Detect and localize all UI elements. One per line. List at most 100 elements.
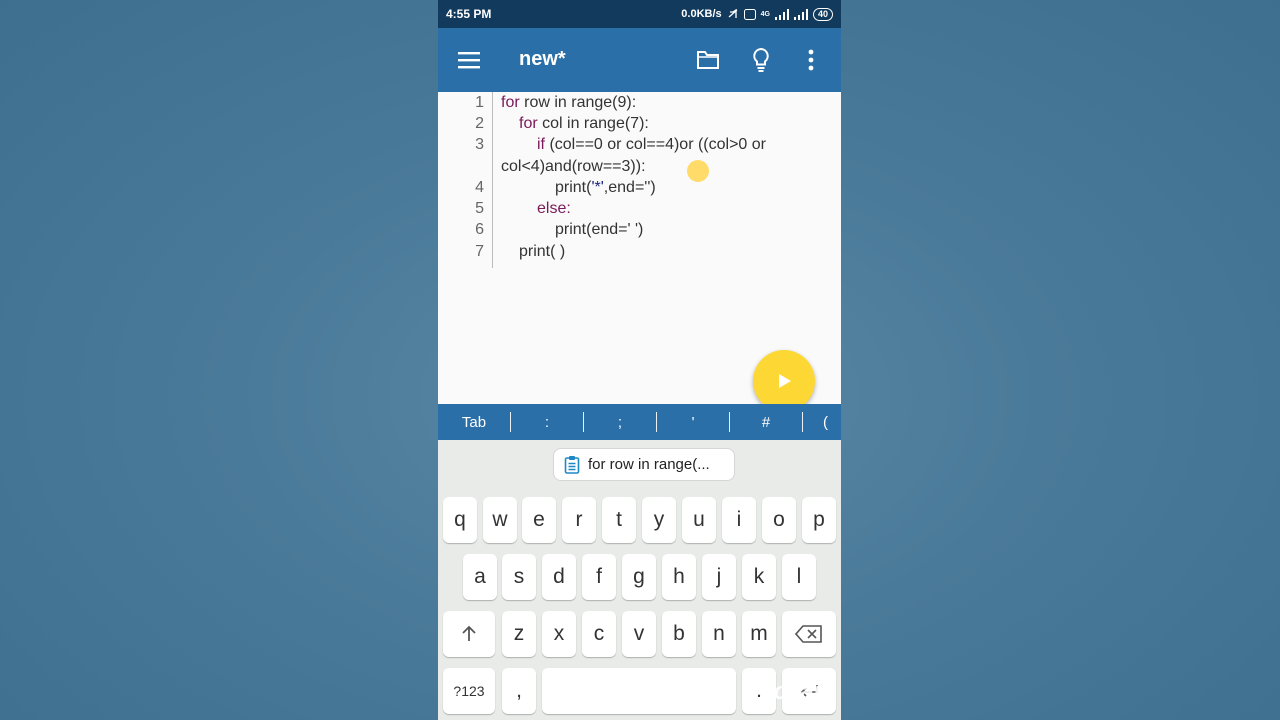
key-v[interactable]: v bbox=[622, 611, 656, 657]
signal-icon-2 bbox=[793, 8, 808, 20]
key-n[interactable]: n bbox=[702, 611, 736, 657]
key-c[interactable]: c bbox=[582, 611, 616, 657]
symbol-separator bbox=[583, 412, 584, 432]
code-text: col in range(7): bbox=[537, 115, 649, 132]
line-number: 5 bbox=[475, 200, 484, 217]
code-text: ,end='') bbox=[603, 179, 656, 196]
symbol-key-colon[interactable]: : bbox=[521, 404, 573, 440]
key-w[interactable]: w bbox=[483, 497, 517, 543]
suggestion-text: for row in range(... bbox=[588, 456, 710, 473]
backspace-icon bbox=[795, 625, 822, 643]
code-text: print( ) bbox=[519, 243, 566, 260]
code-keyword: if bbox=[537, 136, 545, 153]
code-text: col<4)and(row==3)): bbox=[501, 158, 646, 175]
code-line-6: print(end=' ') bbox=[555, 219, 643, 240]
status-time: 4:55 PM bbox=[446, 7, 492, 21]
symbol-separator bbox=[656, 412, 657, 432]
line-gutter bbox=[492, 92, 493, 268]
code-text: print( bbox=[555, 179, 592, 196]
code-text: print(end=' ') bbox=[555, 221, 644, 238]
key-r[interactable]: r bbox=[562, 497, 596, 543]
line-number: 4 bbox=[475, 179, 484, 196]
space-bar[interactable] bbox=[542, 668, 736, 714]
backspace-key[interactable] bbox=[782, 611, 836, 657]
folder-icon[interactable] bbox=[696, 49, 720, 71]
key-a[interactable]: a bbox=[463, 554, 497, 600]
key-e[interactable]: e bbox=[522, 497, 556, 543]
keyboard: for row in range(... q w e r t y u i o p… bbox=[438, 440, 841, 720]
shift-key[interactable] bbox=[443, 611, 495, 657]
status-icons: 0.0KB/s 4G 40 bbox=[681, 7, 833, 21]
code-line-2: for col in range(7): bbox=[519, 113, 649, 134]
watermark: Picsart bbox=[751, 678, 832, 705]
code-keyword: for bbox=[501, 94, 520, 111]
signal-icon bbox=[774, 8, 789, 20]
line-number: 3 bbox=[475, 136, 484, 153]
more-options-icon[interactable] bbox=[808, 49, 814, 71]
file-title: new* bbox=[519, 48, 566, 70]
key-q[interactable]: q bbox=[443, 497, 477, 543]
code-line-3-wrap: col<4)and(row==3)): bbox=[501, 156, 646, 177]
key-p[interactable]: p bbox=[802, 497, 836, 543]
line-number: 1 bbox=[475, 94, 484, 111]
code-line-5: else: bbox=[537, 198, 571, 219]
code-string: '*' bbox=[591, 179, 604, 196]
line-number: 7 bbox=[475, 243, 484, 260]
comma-key[interactable]: , bbox=[502, 668, 536, 714]
code-keyword: for bbox=[519, 115, 538, 132]
app-bar: new* bbox=[438, 28, 841, 92]
code-line-1: for row in range(9): bbox=[501, 92, 636, 113]
line-number: 2 bbox=[475, 115, 484, 132]
network-type: 4G bbox=[760, 10, 770, 18]
status-bar: 4:55 PM 0.0KB/s 4G 40 bbox=[438, 0, 841, 28]
symbol-separator bbox=[729, 412, 730, 432]
battery-indicator: 40 bbox=[812, 7, 833, 21]
code-line-3: if (col==0 or col==4)or ((col>0 or bbox=[537, 134, 766, 155]
code-editor[interactable]: 1 2 3 4 5 6 7 for row in range(9): for c… bbox=[438, 92, 841, 412]
mute-icon bbox=[728, 8, 738, 18]
symbol-bar: Tab : ; ' # ( bbox=[438, 404, 841, 440]
menu-icon[interactable] bbox=[458, 50, 480, 70]
key-l[interactable]: l bbox=[782, 554, 816, 600]
symbol-key-hash[interactable]: # bbox=[740, 404, 792, 440]
text-cursor-handle[interactable] bbox=[687, 160, 709, 182]
numbers-key[interactable]: ?123 bbox=[443, 668, 495, 714]
network-speed: 0.0KB/s bbox=[681, 8, 722, 20]
key-j[interactable]: j bbox=[702, 554, 736, 600]
code-text: row in range(9): bbox=[519, 94, 637, 111]
symbol-key-semicolon[interactable]: ; bbox=[594, 404, 646, 440]
lightbulb-icon[interactable] bbox=[751, 47, 771, 73]
symbol-key-tab[interactable]: Tab bbox=[448, 404, 500, 440]
symbol-separator bbox=[510, 412, 511, 432]
play-icon bbox=[779, 374, 791, 388]
line-number: 6 bbox=[475, 221, 484, 238]
key-k[interactable]: k bbox=[742, 554, 776, 600]
key-x[interactable]: x bbox=[542, 611, 576, 657]
code-text: (col==0 or col==4)or ((col>0 or bbox=[545, 136, 766, 153]
key-b[interactable]: b bbox=[662, 611, 696, 657]
key-t[interactable]: t bbox=[602, 497, 636, 543]
code-keyword: else: bbox=[537, 200, 571, 217]
key-m[interactable]: m bbox=[742, 611, 776, 657]
key-o[interactable]: o bbox=[762, 497, 796, 543]
symbol-separator bbox=[802, 412, 803, 432]
clipboard-suggestion[interactable]: for row in range(... bbox=[553, 448, 735, 481]
code-line-7: print( ) bbox=[519, 241, 565, 262]
key-z[interactable]: z bbox=[502, 611, 536, 657]
key-s[interactable]: s bbox=[502, 554, 536, 600]
key-y[interactable]: y bbox=[642, 497, 676, 543]
key-h[interactable]: h bbox=[662, 554, 696, 600]
symbol-key-paren[interactable]: ( bbox=[823, 404, 841, 440]
key-i[interactable]: i bbox=[722, 497, 756, 543]
shift-arrow-icon bbox=[462, 625, 476, 641]
run-button[interactable] bbox=[753, 350, 815, 412]
hd-icon bbox=[743, 8, 756, 20]
key-u[interactable]: u bbox=[682, 497, 716, 543]
phone-screen: 4:55 PM 0.0KB/s 4G 40 new* 1 2 3 4 5 6 7… bbox=[438, 0, 841, 720]
key-d[interactable]: d bbox=[542, 554, 576, 600]
code-line-4: print('*',end='') bbox=[555, 177, 656, 198]
key-g[interactable]: g bbox=[622, 554, 656, 600]
clipboard-icon bbox=[564, 456, 580, 474]
symbol-key-quote[interactable]: ' bbox=[667, 404, 719, 440]
key-f[interactable]: f bbox=[582, 554, 616, 600]
